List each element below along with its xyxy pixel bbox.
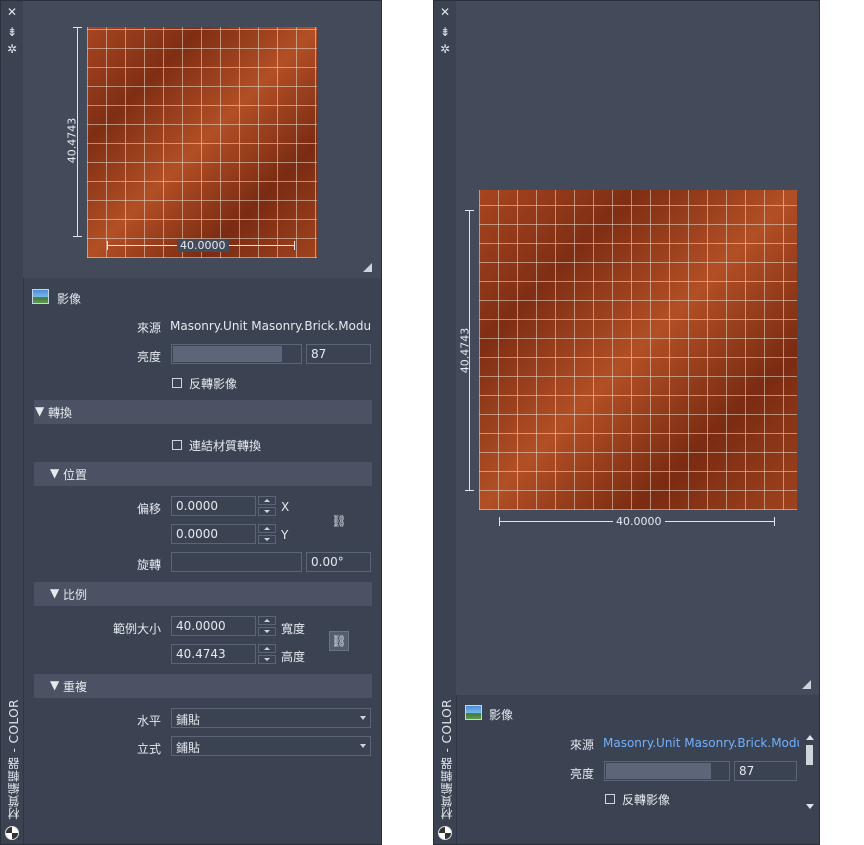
- horizontal-label: 水平: [136, 714, 161, 728]
- rotation-label: 旋轉: [136, 558, 161, 572]
- vertical-label: 立式: [136, 742, 161, 756]
- brightness-slider[interactable]: [604, 761, 730, 781]
- collapse-triangle-icon: ▼: [50, 678, 60, 692]
- position-label: 位置: [63, 468, 88, 482]
- pin-icon[interactable]: ⇟: [1, 25, 23, 39]
- scale-height-spinner[interactable]: [258, 644, 276, 664]
- spin-up-icon[interactable]: [258, 644, 276, 653]
- position-header[interactable]: ▼ 位置: [34, 462, 372, 486]
- image-icon: [465, 705, 482, 720]
- texture-preview-expanded: 40.4743 40.0000: [456, 1, 819, 695]
- repeat-header[interactable]: ▼ 重複: [34, 674, 372, 698]
- height-dimension-label: 40.4743: [65, 117, 79, 164]
- chevron-down-icon: [360, 716, 366, 720]
- lock-aspect-link-icon[interactable]: ⛓: [329, 631, 349, 651]
- gear-icon[interactable]: ✲: [1, 42, 23, 56]
- palette-title: 材質編輯器 - COLOR: [440, 698, 454, 819]
- transforms-header[interactable]: ▼ 轉換: [34, 400, 372, 424]
- sample-size-label: 範例大小: [112, 622, 161, 636]
- brick-texture-image: [479, 190, 797, 510]
- transforms-label: 轉換: [48, 406, 73, 420]
- source-link[interactable]: Masonry.Unit Masonry.Brick.Modul: [603, 736, 799, 750]
- offset-x-input[interactable]: 0.0000: [171, 496, 256, 516]
- spin-down-icon[interactable]: [258, 535, 276, 544]
- resize-grip-icon[interactable]: [363, 263, 372, 272]
- collapse-triangle-icon: ▼: [50, 586, 60, 600]
- texture-preview: 40.4743 40.0000: [23, 1, 381, 278]
- scale-width-input[interactable]: 40.0000: [171, 616, 256, 636]
- close-icon[interactable]: ✕: [434, 5, 456, 19]
- scroll-up-icon[interactable]: [806, 735, 814, 740]
- image-icon: [32, 289, 49, 304]
- chevron-down-icon: [360, 744, 366, 748]
- width-dimension-label: 40.0000: [177, 239, 229, 252]
- offset-y-input[interactable]: 0.0000: [171, 524, 256, 544]
- link-transforms-label: 連結材質轉換: [189, 439, 262, 453]
- source-value[interactable]: Masonry.Unit Masonry.Brick.Modular: [170, 319, 372, 333]
- spin-down-icon[interactable]: [258, 507, 276, 516]
- scroll-down-icon[interactable]: [806, 804, 814, 809]
- brightness-slider[interactable]: [171, 344, 302, 364]
- collapse-triangle-icon: ▼: [35, 404, 45, 418]
- spin-up-icon[interactable]: [258, 496, 276, 505]
- brightness-slider-fill: [606, 763, 711, 779]
- scale-header[interactable]: ▼ 比例: [34, 582, 372, 606]
- material-editor-palette-left: ✕ ⇟ ✲ 材質編輯器 - COLOR 40.4743 40.0000 影像 來…: [0, 0, 382, 845]
- scale-height-label: 高度: [281, 650, 306, 664]
- palette-title: 材質編輯器 - COLOR: [7, 698, 21, 819]
- brick-texture-image: [87, 27, 317, 258]
- gear-icon[interactable]: ✲: [434, 42, 456, 56]
- link-icon[interactable]: ⛓: [329, 511, 349, 531]
- height-dimension-label: 40.4743: [458, 327, 472, 374]
- y-axis-label: Y: [281, 528, 289, 542]
- offset-label: 偏移: [136, 502, 161, 516]
- offset-y-spinner[interactable]: [258, 524, 276, 544]
- scale-label: 比例: [63, 588, 88, 602]
- source-label: 來源: [136, 321, 161, 335]
- image-section-label: 影像: [57, 292, 82, 306]
- invert-image-label: 反轉影像: [189, 377, 238, 391]
- brightness-label: 亮度: [136, 350, 161, 364]
- offset-x-spinner[interactable]: [258, 496, 276, 516]
- spin-down-icon[interactable]: [258, 627, 276, 636]
- palette-titlebar: ✕ ⇟ ✲ 材質編輯器 - COLOR: [434, 1, 457, 844]
- spin-down-icon[interactable]: [258, 655, 276, 664]
- brightness-input[interactable]: 87: [306, 344, 371, 364]
- invert-image-checkbox[interactable]: [172, 378, 182, 388]
- resize-grip-icon[interactable]: [802, 680, 811, 689]
- spin-up-icon[interactable]: [258, 524, 276, 533]
- repeat-label: 重複: [63, 680, 88, 694]
- invert-image-checkbox[interactable]: [605, 794, 615, 804]
- brightness-input[interactable]: 87: [734, 761, 797, 781]
- material-palette-icon[interactable]: [438, 826, 452, 840]
- scale-height-input[interactable]: 40.4743: [171, 644, 256, 664]
- close-icon[interactable]: ✕: [1, 5, 23, 19]
- material-palette-icon[interactable]: [5, 826, 19, 840]
- vertical-repeat-value: 鋪貼: [176, 741, 201, 755]
- scale-width-spinner[interactable]: [258, 616, 276, 636]
- horizontal-repeat-value: 鋪貼: [176, 713, 201, 727]
- rotation-input[interactable]: 0.00°: [306, 552, 371, 572]
- brightness-label: 亮度: [569, 767, 594, 781]
- horizontal-repeat-select[interactable]: 鋪貼: [171, 708, 371, 728]
- spin-up-icon[interactable]: [258, 616, 276, 625]
- rotation-slider[interactable]: [171, 552, 302, 572]
- width-dimension-label: 40.0000: [613, 515, 665, 528]
- scrollbar-thumb[interactable]: [806, 745, 813, 765]
- pin-icon[interactable]: ⇟: [434, 25, 456, 39]
- image-section-label: 影像: [489, 708, 514, 722]
- x-axis-label: X: [281, 500, 290, 514]
- scale-width-label: 寬度: [281, 622, 306, 636]
- collapse-triangle-icon: ▼: [50, 466, 60, 480]
- source-label: 來源: [569, 738, 594, 752]
- palette-titlebar: ✕ ⇟ ✲ 材質編輯器 - COLOR: [1, 1, 24, 844]
- brightness-slider-fill: [173, 346, 282, 362]
- material-editor-palette-right: ✕ ⇟ ✲ 材質編輯器 - COLOR 40.4743 40.0000 影像 來…: [433, 0, 820, 845]
- invert-image-label: 反轉影像: [622, 793, 671, 807]
- link-transforms-checkbox[interactable]: [172, 440, 182, 450]
- vertical-repeat-select[interactable]: 鋪貼: [171, 736, 371, 756]
